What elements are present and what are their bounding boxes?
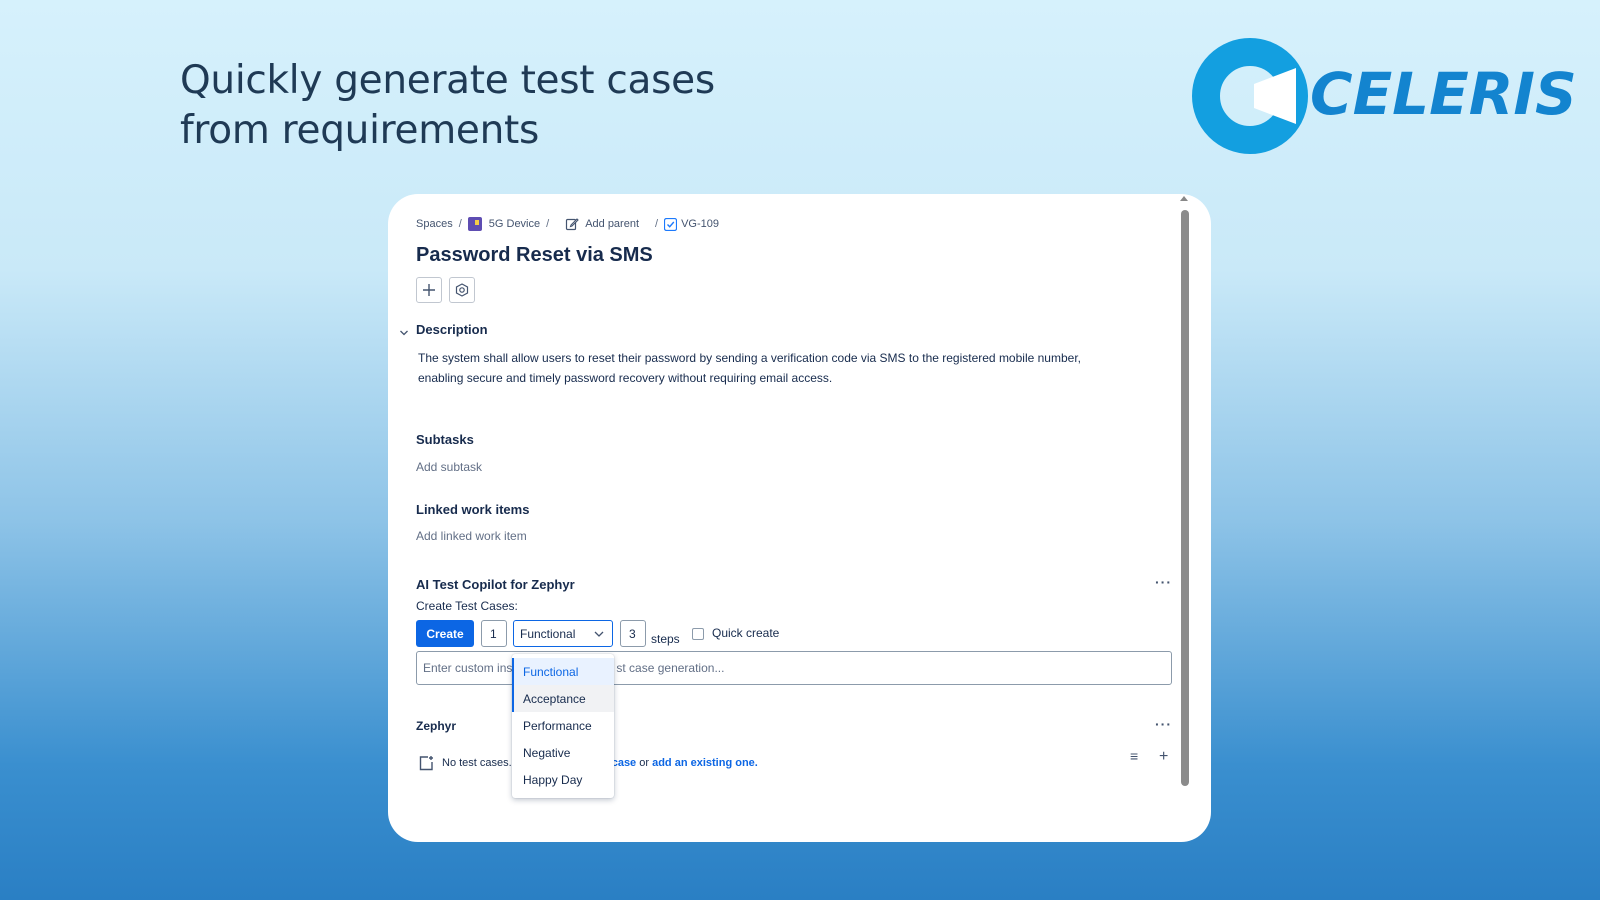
dropdown-option-acceptance[interactable]: Acceptance: [512, 685, 614, 712]
copilot-more-icon[interactable]: ···: [1155, 574, 1172, 590]
test-type-select[interactable]: Functional: [513, 620, 613, 647]
quick-create-checkbox[interactable]: [692, 628, 704, 640]
breadcrumb-issue-key-label: VG-109: [681, 218, 719, 230]
celeris-logo-text: CELERIS: [1310, 60, 1577, 128]
no-test-cases-text: No test cases.: [442, 757, 512, 769]
create-case-link[interactable]: case: [612, 757, 636, 769]
test-type-dropdown: Functional Acceptance Performance Negati…: [512, 654, 614, 798]
description-line-2: enabling secure and timely password reco…: [418, 371, 833, 385]
breadcrumb-add-parent-label: Add parent: [585, 218, 640, 230]
or-text: or: [636, 757, 653, 769]
hexagon-settings-icon: [455, 283, 469, 297]
add-test-case-icon[interactable]: +: [1159, 748, 1168, 766]
breadcrumb-project-label: 5G Device: [488, 218, 541, 230]
add-existing-link[interactable]: add an existing one.: [652, 757, 758, 769]
test-type-value: Functional: [520, 626, 576, 641]
dropdown-option-performance[interactable]: Performance: [512, 712, 614, 739]
count-input[interactable]: 1: [481, 620, 507, 647]
add-button[interactable]: [416, 277, 442, 303]
dropdown-option-happy-day[interactable]: Happy Day: [512, 766, 614, 793]
plus-icon: [423, 284, 435, 296]
dropdown-option-negative[interactable]: Negative: [512, 739, 614, 766]
scroll-up-arrow-icon[interactable]: [1180, 196, 1188, 201]
breadcrumb-project[interactable]: 5G Device: [467, 217, 541, 231]
custom-placeholder-right: st case generation...: [616, 661, 725, 675]
quick-create-label[interactable]: Quick create: [712, 626, 779, 640]
list-view-icon[interactable]: ≡: [1130, 748, 1138, 764]
linked-work-items-heading: Linked work items: [416, 502, 530, 517]
breadcrumb-spaces[interactable]: Spaces: [416, 218, 453, 230]
breadcrumb-separator: /: [458, 218, 462, 230]
scrollbar-thumb[interactable]: [1181, 210, 1189, 786]
issue-title[interactable]: Password Reset via SMS: [416, 244, 653, 267]
steps-label: steps: [651, 632, 680, 646]
zephyr-more-icon[interactable]: ···: [1155, 716, 1172, 732]
headline-line-2: from requirements: [180, 108, 540, 153]
new-test-case-icon: [419, 756, 433, 771]
breadcrumb: Spaces / 5G Device / Add parent / VG-109: [416, 217, 719, 231]
headline-line-1: Quickly generate test cases: [180, 58, 715, 103]
chevron-down-icon[interactable]: [399, 328, 409, 338]
celeris-logo-mark: [1192, 38, 1308, 154]
add-linked-work-item-link[interactable]: Add linked work item: [416, 529, 527, 543]
apps-button[interactable]: [449, 277, 475, 303]
add-subtask-link[interactable]: Add subtask: [416, 460, 482, 474]
subtasks-heading: Subtasks: [416, 432, 474, 447]
breadcrumb-separator: /: [546, 218, 550, 230]
steps-input[interactable]: 3: [620, 620, 646, 647]
custom-placeholder-left: Enter custom ins: [423, 661, 513, 675]
zephyr-heading: Zephyr: [416, 719, 457, 733]
edit-icon: [566, 218, 579, 231]
copilot-heading: AI Test Copilot for Zephyr: [416, 577, 575, 592]
create-button[interactable]: Create: [416, 620, 474, 647]
project-avatar-icon: [467, 217, 482, 231]
dropdown-option-functional[interactable]: Functional: [512, 658, 614, 685]
issue-panel: Spaces / 5G Device / Add parent / VG-109…: [388, 194, 1211, 842]
celeris-logo: CELERIS: [1192, 38, 1577, 156]
create-test-cases-label: Create Test Cases:: [416, 599, 518, 613]
description-line-1: The system shall allow users to reset th…: [418, 351, 1081, 365]
breadcrumb-add-parent[interactable]: Add parent: [565, 217, 639, 231]
headline: Quickly generate test cases from require…: [180, 56, 715, 156]
breadcrumb-separator: /: [655, 218, 659, 230]
breadcrumb-issue-key[interactable]: VG-109: [664, 217, 719, 231]
description-text[interactable]: The system shall allow users to reset th…: [418, 348, 1138, 388]
task-checkbox-icon: [664, 217, 678, 231]
description-heading[interactable]: Description: [416, 322, 488, 337]
chevron-down-icon: [594, 631, 604, 637]
